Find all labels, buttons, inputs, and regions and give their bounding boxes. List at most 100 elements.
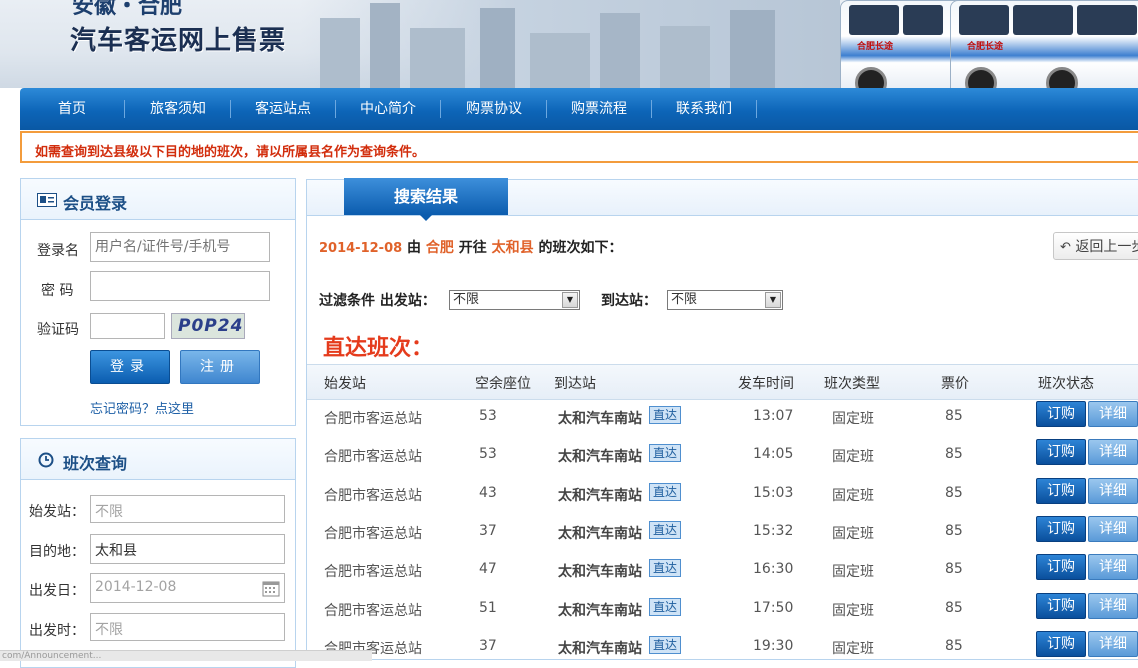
site-region: 安徽・合肥 [72,0,183,19]
nav-agreement[interactable]: 购票协议 [466,88,522,130]
row-price: 85 [945,599,963,616]
chevron-down-icon: ▼ [765,292,781,308]
table-row: 合肥市客运总站 43 太和汽车南站 直达 15:03 固定班 85 订购 详细 [307,474,1138,512]
to-label: 目的地： [29,544,85,560]
search-title: 班次查询 [63,454,128,473]
order-button[interactable]: 订购 [1036,401,1086,427]
summary-origin: 合肥 [425,240,454,256]
date-label: 出发日： [29,583,85,599]
clock-icon [38,452,54,468]
tab-search-results[interactable]: 搜索结果 [344,178,508,215]
detail-button[interactable]: 详细 [1088,477,1138,504]
row-origin: 合肥市客运总站 [324,487,422,504]
row-seats: 51 [479,599,497,616]
filter-bar: 过滤条件 出发站： [319,290,436,310]
arrive-filter-label: 到达站： [601,293,657,309]
summary-date: 2014-12-08 [319,241,403,256]
table-row: 合肥市客运总站 51 太和汽车南站 直达 17:50 固定班 85 订购 详细 [307,589,1138,627]
row-seats: 53 [479,408,497,424]
direct-tag: 直达 [649,482,681,501]
captcha-image[interactable]: P0P24 [171,313,245,339]
bus-image: 合肥长途 [950,0,1138,88]
member-card-icon [37,193,57,207]
login-button[interactable]: 登录 [90,350,170,384]
city-skyline [300,0,840,88]
row-seats: 53 [479,446,497,463]
row-depart-time: 16:30 [753,561,794,578]
notice-bar: 如需查询到达县级以下目的地的班次，请以所属县名作为查询条件。 [20,131,1138,163]
row-destination: 太和汽车南站 [558,487,642,504]
order-button[interactable]: 订购 [1036,439,1086,466]
detail-button[interactable]: 详细 [1088,439,1138,466]
calendar-icon[interactable] [262,579,280,597]
col-type: 班次类型 [824,376,880,392]
time-input[interactable]: 不限 [90,613,285,641]
schedule-search-panel: 班次查询 始发站： 不限 目的地： 太和县 出发日： 2014-12-08 出发… [20,438,296,668]
password-input[interactable] [90,271,270,301]
nav-about[interactable]: 中心简介 [360,88,416,130]
depart-filter-label: 出发站： [379,293,436,309]
date-input[interactable]: 2014-12-08 [90,573,285,603]
direct-tag: 直达 [649,597,681,616]
order-button[interactable]: 订购 [1036,477,1086,504]
back-label: 返回上一步 [1075,239,1138,255]
forgot-password-link[interactable]: 忘记密码？点这里 [90,398,194,417]
username-label: 登录名 [37,243,79,259]
bus-image: 合肥长途 [840,0,962,88]
detail-button[interactable]: 详细 [1088,401,1138,427]
arrive-station-select[interactable]: 不限 ▼ [667,290,783,310]
row-destination: 太和汽车南站 [558,525,642,542]
arrive-select-value: 不限 [671,292,698,307]
results-summary: 2014-12-08 由 合肥 开往 太和县 的班次如下： [319,237,623,257]
from-station-input[interactable]: 不限 [90,495,285,523]
row-seats: 47 [479,561,497,578]
destination-input[interactable]: 太和县 [90,534,285,564]
back-button[interactable]: ↶ 返回上一步 [1053,232,1138,260]
register-button[interactable]: 注册 [180,350,260,384]
nav-process[interactable]: 购票流程 [571,88,627,130]
nav-home[interactable]: 首页 [58,88,86,130]
row-seats: 37 [479,522,497,539]
login-title: 会员登录 [63,194,128,213]
row-type: 固定班 [832,640,874,657]
row-price: 85 [945,408,963,424]
detail-button[interactable]: 详细 [1088,630,1138,657]
order-button[interactable]: 订购 [1036,515,1086,542]
from-label: 始发站： [29,504,85,520]
row-origin: 合肥市客运总站 [324,411,422,427]
row-price: 85 [945,484,963,501]
summary-from-word: 由 [407,240,422,256]
detail-button[interactable]: 详细 [1088,554,1138,581]
direct-tag: 直达 [649,520,681,539]
row-price: 85 [945,446,963,463]
row-origin: 合肥市客运总站 [324,525,422,542]
nav-passenger-notice[interactable]: 旅客须知 [150,88,206,130]
back-arrow-icon: ↶ [1060,240,1071,255]
username-input[interactable] [90,232,270,262]
row-depart-time: 15:32 [753,522,794,539]
nav-contact[interactable]: 联系我们 [676,88,732,130]
order-button[interactable]: 订购 [1036,592,1086,619]
nav-stations[interactable]: 客运站点 [255,88,311,130]
col-status: 班次状态 [1038,376,1094,392]
detail-button[interactable]: 详细 [1088,592,1138,619]
time-label: 出发时： [29,623,85,639]
table-row: 合肥市客运总站 37 太和汽车南站 直达 19:30 固定班 85 订购 详细 [307,627,1138,665]
login-panel: 会员登录 登录名 密 码 验证码 P0P24 登录 注册 忘记密码？点这里 [20,178,296,426]
direct-schedules-title: 直达班次： [323,336,434,361]
row-seats: 43 [479,484,497,501]
login-panel-header: 会员登录 [21,179,295,220]
order-button[interactable]: 订购 [1036,630,1086,657]
row-origin: 合肥市客运总站 [324,449,422,466]
summary-destination: 太和县 [491,240,534,256]
detail-button[interactable]: 详细 [1088,515,1138,542]
row-type: 固定班 [832,602,874,619]
row-type: 固定班 [832,411,874,427]
captcha-input[interactable] [90,313,165,339]
direct-tag: 直达 [649,444,681,463]
depart-station-select[interactable]: 不限 ▼ [449,290,580,310]
col-origin: 始发站 [324,376,366,392]
order-button[interactable]: 订购 [1036,554,1086,581]
table-row: 合肥市客运总站 53 太和汽车南站 直达 14:05 固定班 85 订购 详细 [307,435,1138,473]
row-destination: 太和汽车南站 [558,602,642,619]
